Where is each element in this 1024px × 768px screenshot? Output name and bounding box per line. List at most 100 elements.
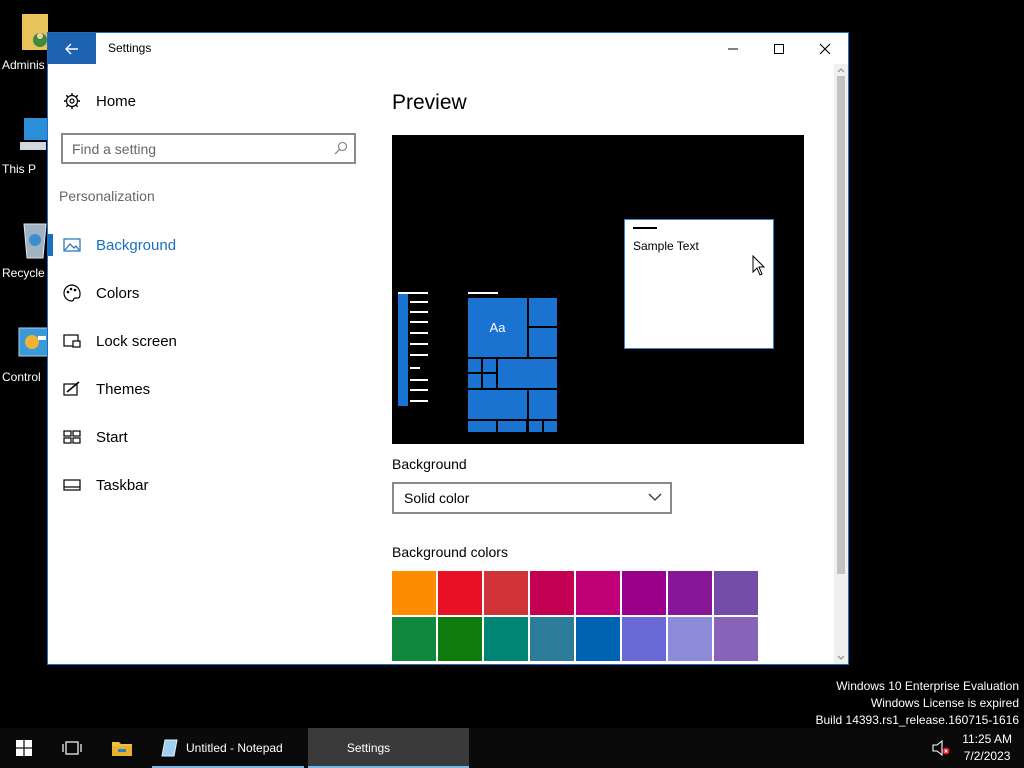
preview-sample-window: Sample Text	[624, 219, 774, 349]
search-box[interactable]	[61, 133, 356, 164]
clock-date: 7/2/2023	[963, 749, 1011, 763]
color-swatch[interactable]	[622, 617, 666, 661]
watermark-line: Build 14393.rs1_release.160715-1616	[815, 713, 1020, 727]
color-swatch[interactable]	[530, 617, 574, 661]
preview-sample-titleline	[633, 227, 657, 229]
settings-window: Settings Home Personalization Background	[47, 32, 849, 665]
control-panel-icon	[18, 327, 50, 357]
preview-tile	[529, 298, 557, 326]
preview-tile	[468, 374, 481, 388]
active-indicator	[48, 234, 53, 256]
maximize-button[interactable]	[756, 33, 802, 64]
color-swatch[interactable]	[484, 571, 528, 615]
background-label: Background	[392, 456, 467, 472]
sidebar-item-background[interactable]: Background	[62, 230, 176, 260]
taskbar-app-label: Untitled - Notepad	[186, 741, 283, 755]
preview-tile	[529, 421, 542, 432]
color-swatch[interactable]	[576, 571, 620, 615]
desktop-icon-this-pc[interactable]: This P	[0, 112, 50, 180]
color-swatch[interactable]	[438, 617, 482, 661]
preview-tile	[529, 328, 557, 357]
background-preview: Aa Sample Text	[392, 135, 804, 444]
title-bar[interactable]: Settings	[48, 33, 848, 64]
color-swatch[interactable]	[484, 617, 528, 661]
scrollbar[interactable]	[834, 64, 848, 664]
color-swatch[interactable]	[622, 571, 666, 615]
desktop-icon-recycle-bin[interactable]: Recycle	[0, 216, 48, 284]
chevron-down-icon	[648, 493, 662, 501]
desktop-icon-label: Control	[2, 370, 41, 384]
start-button[interactable]	[0, 728, 48, 768]
speaker-muted-icon	[932, 740, 950, 756]
sidebar-home[interactable]: Home	[62, 86, 136, 116]
notepad-icon	[161, 739, 178, 757]
preview-tile	[544, 421, 557, 432]
minimize-icon	[728, 48, 738, 49]
close-button[interactable]	[802, 33, 848, 64]
back-button[interactable]	[48, 33, 96, 64]
scroll-up-icon[interactable]	[834, 65, 848, 75]
palette-icon	[62, 283, 82, 303]
preview-line	[410, 367, 420, 369]
file-explorer-icon	[112, 742, 132, 756]
sidebar-item-label: Start	[96, 428, 128, 446]
color-swatch[interactable]	[668, 617, 712, 661]
background-dropdown-value: Solid color	[404, 490, 470, 506]
color-swatch[interactable]	[530, 571, 574, 615]
windows-watermark: Windows 10 Enterprise Evaluation Windows…	[816, 678, 1020, 729]
minimize-button[interactable]	[710, 33, 756, 64]
search-input[interactable]	[63, 135, 313, 162]
preview-line	[398, 292, 428, 294]
task-view-icon	[62, 741, 82, 755]
preview-tile	[498, 421, 526, 432]
desktop-icon-administrator[interactable]: Adminis	[0, 10, 48, 72]
section-label: Personalization	[59, 188, 155, 204]
preview-tile-large: Aa	[468, 298, 527, 357]
preview-line	[410, 301, 428, 303]
preview-tile-text: Aa	[489, 320, 506, 335]
themes-icon	[62, 379, 82, 399]
sidebar-item-start[interactable]: Start	[62, 422, 128, 452]
sidebar-item-taskbar[interactable]: Taskbar	[62, 470, 149, 500]
background-dropdown[interactable]: Solid color	[392, 482, 672, 514]
recycle-bin-icon	[23, 223, 47, 259]
desktop-icon-control-panel[interactable]: Control	[0, 324, 50, 386]
this-pc-icon	[20, 118, 50, 150]
sidebar-item-themes[interactable]: Themes	[62, 374, 150, 404]
preview-sample-text: Sample Text	[633, 239, 699, 253]
preview-tile	[483, 359, 496, 372]
taskbar-app-label: Settings	[346, 741, 391, 755]
color-swatch[interactable]	[392, 617, 436, 661]
taskbar-app-settings[interactable]: Settings	[308, 728, 469, 768]
task-view-button[interactable]	[48, 728, 96, 768]
file-explorer-button[interactable]	[98, 728, 146, 768]
taskbar-clock[interactable]: 11:25 AM 7/2/2023	[962, 731, 1012, 765]
sidebar-item-lock-screen[interactable]: Lock screen	[62, 326, 177, 356]
preview-tile	[498, 359, 557, 388]
color-swatch[interactable]	[714, 571, 758, 615]
sidebar-item-colors[interactable]: Colors	[62, 278, 139, 308]
color-swatch[interactable]	[714, 617, 758, 661]
preview-line	[410, 343, 428, 345]
color-swatch[interactable]	[438, 571, 482, 615]
sidebar-item-label: Colors	[96, 284, 140, 302]
windows-logo-icon	[16, 740, 32, 756]
scroll-down-icon[interactable]	[834, 653, 848, 663]
color-swatch[interactable]	[668, 571, 712, 615]
preview-tile	[483, 374, 496, 388]
volume-button[interactable]	[928, 728, 954, 768]
taskbar-app-notepad[interactable]: Untitled - Notepad	[152, 728, 304, 768]
color-swatch[interactable]	[392, 571, 436, 615]
start-icon	[62, 427, 82, 447]
preview-line	[410, 311, 428, 313]
color-swatch[interactable]	[576, 617, 620, 661]
picture-icon	[62, 235, 82, 255]
maximize-icon	[774, 43, 784, 54]
scroll-thumb[interactable]	[837, 76, 845, 574]
preview-line	[410, 400, 428, 402]
preview-tile	[529, 390, 557, 419]
watermark-line: Windows 10 Enterprise Evaluation	[836, 679, 1019, 693]
search-icon[interactable]	[334, 141, 348, 155]
window-title: Settings	[108, 41, 152, 55]
preview-tile	[468, 390, 527, 419]
